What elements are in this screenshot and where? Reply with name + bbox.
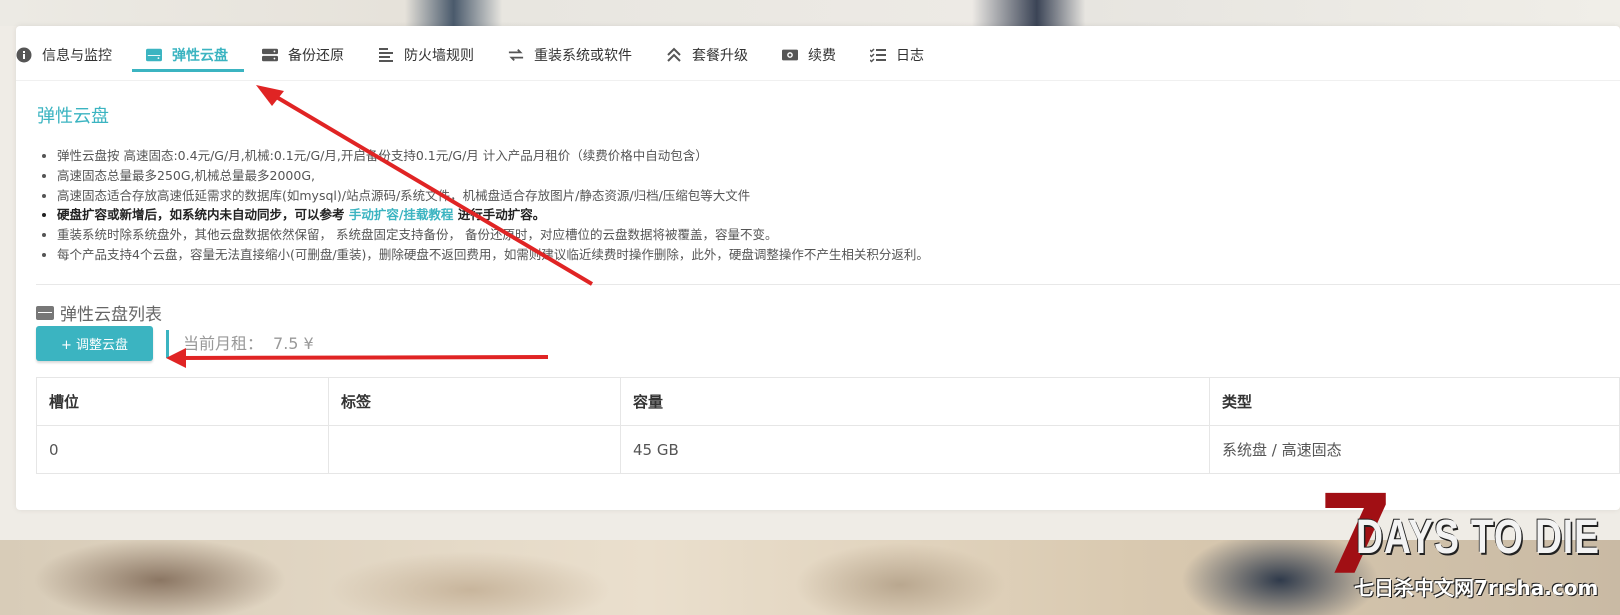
section-divider [36, 284, 1620, 285]
checklist-icon [870, 47, 886, 63]
note-item: 高速固态总量最多250G,机械总量最多2000G, [57, 166, 929, 186]
background-top [0, 0, 1620, 26]
disk-icon [36, 305, 54, 320]
tab-backup-restore[interactable]: 备份还原 [262, 40, 344, 70]
money-icon [782, 47, 798, 63]
col-tag: 标签 [328, 377, 621, 426]
tab-plan-upgrade[interactable]: 套餐升级 [666, 40, 748, 70]
cell-type: 系统盘 / 高速固态 [1209, 425, 1620, 474]
note-item: 重装系统时除系统盘外，其他云盘数据依然保留， 系统盘固定支持备份， 备份还原时，… [57, 225, 929, 245]
tab-label: 备份还原 [288, 48, 344, 64]
disk-list-title: 弹性云盘列表 [36, 300, 162, 325]
manual-expand-tutorial-link[interactable]: 手动扩容/挂载教程 [349, 207, 454, 222]
cell-slot: 0 [36, 425, 329, 474]
info-icon [16, 47, 32, 63]
tab-label: 套餐升级 [692, 48, 748, 64]
note-item: 每个产品支持4个云盘，容量无法直接缩小(可删盘/重装)，删除硬盘不返回费用，如需… [57, 245, 929, 265]
table-row: 0 45 GB 系统盘 / 高速固态 [36, 425, 1620, 474]
upgrade-icon [666, 47, 682, 63]
note-item: 弹性云盘按 高速固态:0.4元/G/月,机械:0.1元/G/月,开启备份支持0.… [57, 146, 929, 166]
tab-label: 续费 [808, 48, 836, 64]
section-title: 弹性云盘 [37, 106, 109, 127]
tab-label: 弹性云盘 [172, 48, 228, 64]
disk-icon [146, 47, 162, 63]
notes-list: 弹性云盘按 高速固态:0.4元/G/月,机械:0.1元/G/月,开启备份支持0.… [37, 146, 929, 265]
adjust-disk-button[interactable]: + 调整云盘 [36, 326, 153, 361]
col-slot: 槽位 [36, 377, 329, 426]
rent-value: 7.5 ¥ [273, 334, 314, 353]
watermark-title: DAYS TO DIE [1356, 511, 1600, 564]
swap-icon [508, 47, 524, 63]
tab-renew[interactable]: 续费 [782, 40, 836, 70]
watermark-site: 七日杀中文网7rısha.com [1354, 576, 1599, 600]
note-bold-prefix: 硬盘扩容或新增后，如系统内未自动同步，可以参考 [57, 207, 349, 223]
monthly-rent: 当前月租： 7.5 ¥ [166, 330, 314, 358]
rent-label: 当前月租： [183, 334, 264, 353]
disk-list-title-text: 弹性云盘列表 [60, 305, 162, 325]
tab-bar: 信息与监控 弹性云盘 备份还原 防火墙规则 重装系统或软件 套餐升级 续费 日志 [16, 40, 958, 72]
col-capacity: 容量 [620, 377, 1210, 426]
tab-logs[interactable]: 日志 [870, 40, 924, 70]
adjust-disk-label: + 调整云盘 [60, 338, 129, 353]
note-bold-suffix: 进行手动扩容。 [453, 207, 546, 223]
site-watermark: 7 DAYS TO DIE 七日杀中文网7rısha.com [1318, 480, 1620, 615]
note-item-bold: 硬盘扩容或新增后，如系统内未自动同步，可以参考 手动扩容/挂载教程 进行手动扩容… [57, 205, 929, 225]
tab-firewall-rules[interactable]: 防火墙规则 [378, 40, 474, 70]
disk-table: 槽位 标签 容量 类型 0 45 GB 系统盘 / 高速固态 [36, 377, 1620, 474]
tab-label: 日志 [896, 48, 924, 64]
tab-reinstall[interactable]: 重装系统或软件 [508, 40, 632, 70]
table-header-row: 槽位 标签 容量 类型 [36, 377, 1620, 426]
cell-capacity: 45 GB [620, 425, 1210, 474]
tab-divider [16, 80, 1620, 81]
tab-elastic-disk[interactable]: 弹性云盘 [132, 40, 244, 72]
tab-label: 重装系统或软件 [534, 48, 632, 64]
tab-label: 信息与监控 [42, 48, 112, 64]
note-item: 高速固态适合存放高速低延需求的数据库(如mysql)/站点源码/系统文件，机械盘… [57, 186, 929, 206]
cell-tag [328, 425, 621, 474]
list-icon [378, 47, 394, 63]
col-type: 类型 [1209, 377, 1620, 426]
tab-info-monitor[interactable]: 信息与监控 [16, 40, 112, 70]
tab-label: 防火墙规则 [404, 48, 474, 64]
server-icon [262, 47, 278, 63]
